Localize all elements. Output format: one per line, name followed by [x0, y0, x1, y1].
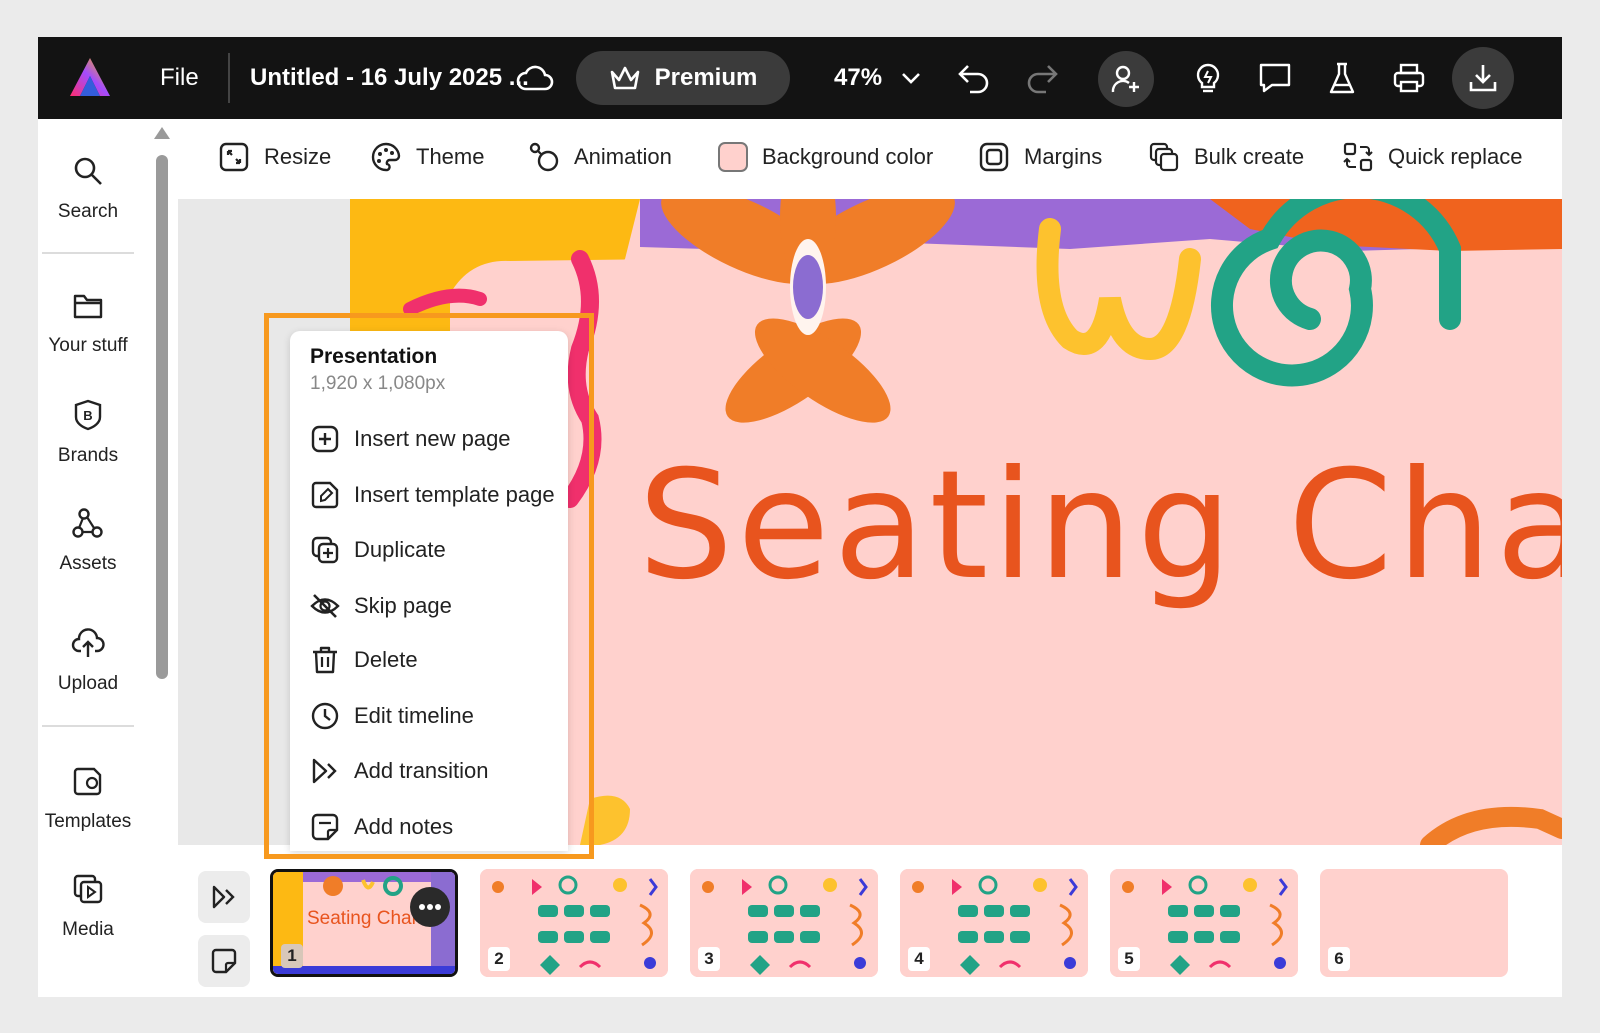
file-menu[interactable]: File: [160, 37, 199, 119]
transition-icon: [212, 885, 235, 909]
print-icon[interactable]: [1392, 37, 1426, 119]
page-number: 1: [281, 944, 303, 968]
background-color-button[interactable]: Background color: [718, 119, 933, 195]
margins-label: Margins: [1024, 144, 1103, 169]
palette-icon: [371, 142, 401, 172]
rail-media[interactable]: Media: [38, 873, 138, 941]
zoom-level[interactable]: 47%: [834, 37, 882, 119]
notes-icon: [211, 948, 237, 974]
page-thumbnail[interactable]: 5: [1110, 869, 1298, 977]
more-options-button[interactable]: [410, 887, 450, 927]
svg-text:B: B: [83, 408, 92, 423]
play-transition-button[interactable]: [198, 871, 250, 923]
resize-label: Resize: [264, 144, 332, 169]
rail-label: Assets: [59, 553, 117, 574]
page-number: 4: [908, 947, 930, 971]
top-bar: File Untitled - 16 July 2025 ... Premium…: [38, 37, 1562, 119]
slide-title[interactable]: Seating Char: [638, 439, 1562, 613]
theme-button[interactable]: Theme: [370, 119, 484, 195]
page-thumbnail[interactable]: 6: [1320, 869, 1508, 977]
animation-icon: [529, 142, 559, 172]
assets-icon: [72, 508, 103, 538]
upload-cloud-icon: [71, 628, 105, 657]
document-title[interactable]: Untitled - 16 July 2025 ...: [250, 37, 529, 119]
brand-icon: B: [74, 399, 102, 431]
page-number: 5: [1118, 947, 1140, 971]
resize-icon: [219, 142, 249, 172]
folder-icon: [73, 294, 103, 319]
undo-icon[interactable]: [956, 37, 992, 119]
cloud-icon[interactable]: [516, 37, 554, 119]
animation-button[interactable]: Animation: [528, 119, 672, 195]
scroll-up-arrow[interactable]: [154, 127, 170, 139]
rail-scrollbar[interactable]: [156, 155, 168, 679]
bulk-create-icon: [1149, 142, 1179, 172]
margins-button[interactable]: Margins: [978, 119, 1102, 195]
lightbulb-icon[interactable]: [1194, 37, 1222, 119]
margins-icon: [979, 142, 1009, 172]
beaker-icon[interactable]: [1328, 37, 1356, 119]
animation-label: Animation: [574, 144, 672, 169]
color-swatch: [718, 142, 748, 172]
quick-replace-icon: [1343, 142, 1373, 172]
rail-label: Upload: [57, 673, 119, 694]
more-dots-icon: [419, 904, 441, 910]
page-number: 3: [698, 947, 720, 971]
adobe-express-logo[interactable]: [66, 37, 114, 119]
rail-upload[interactable]: Upload: [38, 627, 138, 695]
page-number: 6: [1328, 947, 1350, 971]
resize-button[interactable]: Resize: [218, 119, 331, 195]
rail-divider: [42, 252, 134, 254]
rail-label: Search: [57, 201, 119, 222]
background-color-label: Background color: [762, 144, 934, 169]
rail-label: Media: [62, 919, 114, 940]
download-button[interactable]: [1452, 47, 1514, 109]
rail-label: Templates: [44, 811, 132, 832]
divider: [228, 53, 230, 103]
rail-assets[interactable]: Assets: [38, 507, 138, 575]
bulk-create-button[interactable]: Bulk create: [1148, 119, 1304, 195]
rail-divider: [42, 725, 134, 727]
add-person-icon: [1111, 65, 1139, 93]
chevron-down-icon[interactable]: [900, 37, 922, 119]
quick-replace-button[interactable]: Quick replace: [1342, 119, 1523, 195]
bulk-create-label: Bulk create: [1194, 144, 1305, 169]
design-toolbar: Resize Theme Animation Background color …: [178, 119, 1562, 201]
theme-label: Theme: [416, 144, 485, 169]
rail-your-stuff[interactable]: Your stuff: [38, 291, 138, 357]
quick-replace-label: Quick replace: [1388, 144, 1523, 169]
page-thumbnail[interactable]: 3: [690, 869, 878, 977]
invite-button[interactable]: [1098, 51, 1154, 107]
search-icon: [74, 157, 102, 185]
thumb-title: Seating Char: [307, 908, 418, 929]
premium-button[interactable]: Premium: [576, 51, 790, 105]
page-number: 2: [488, 947, 510, 971]
rail-label: Your stuff: [48, 335, 128, 356]
rail-brands[interactable]: B Brands: [38, 399, 138, 467]
redo-icon[interactable]: [1024, 37, 1060, 119]
page-thumbnail[interactable]: 4: [900, 869, 1088, 977]
rail-label: Brands: [57, 445, 119, 466]
download-icon: [1469, 65, 1497, 92]
crown-icon: [610, 66, 639, 90]
app-window: File Untitled - 16 July 2025 ... Premium…: [38, 37, 1562, 997]
rail-search[interactable]: Search: [38, 155, 138, 223]
templates-icon: [73, 767, 102, 796]
page-thumbnail[interactable]: 2: [480, 869, 668, 977]
comment-icon[interactable]: [1258, 37, 1292, 119]
rail-templates[interactable]: Templates: [38, 765, 138, 833]
media-icon: [73, 874, 103, 904]
left-rail: Search Your stuff B Brands Assets Upload…: [38, 119, 178, 997]
page-strip: Seating Char 1 2 3 4 5 6: [178, 845, 1562, 997]
notes-button[interactable]: [198, 935, 250, 987]
premium-label: Premium: [654, 64, 758, 91]
menu-highlight-frame: [264, 313, 594, 859]
